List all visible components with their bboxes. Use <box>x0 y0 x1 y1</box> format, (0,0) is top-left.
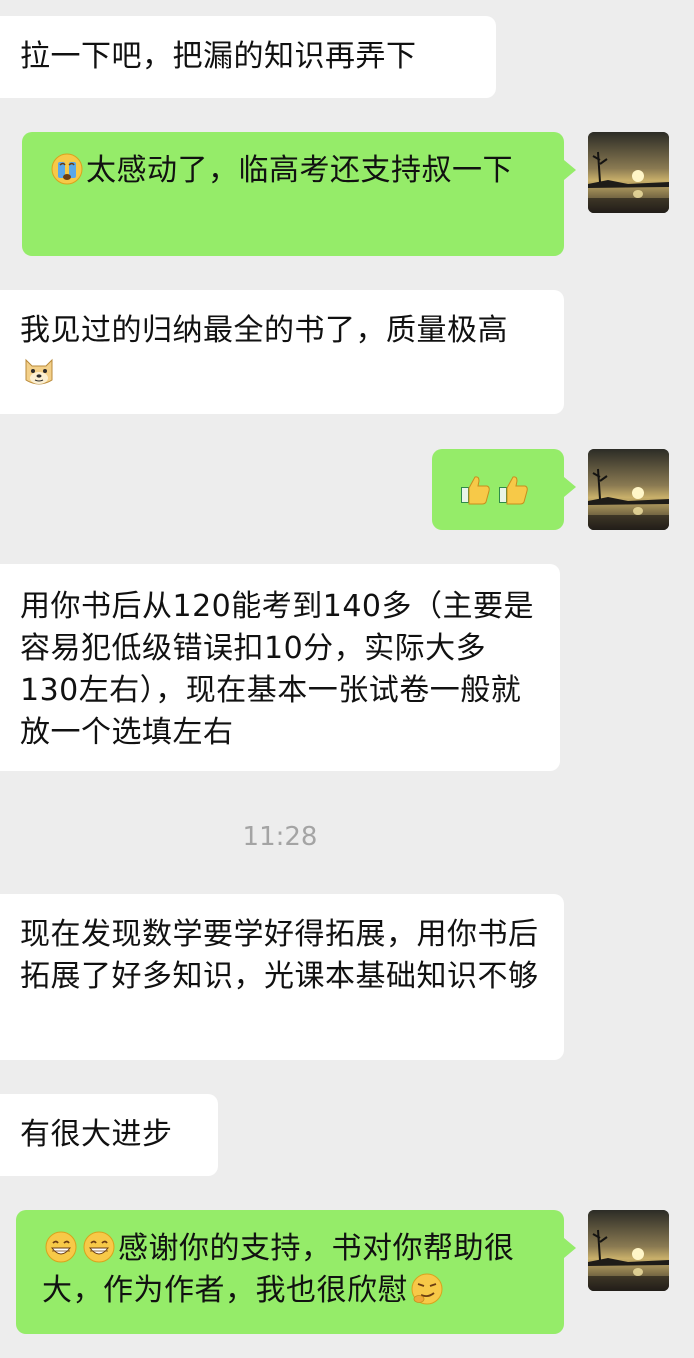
crying-face-icon <box>50 152 84 186</box>
message-outgoing[interactable] <box>432 449 576 530</box>
message-timestamp: 11:28 <box>242 822 318 852</box>
thumbs-up-icon <box>496 473 530 507</box>
grinning-face-icon <box>44 1230 78 1264</box>
message-incoming[interactable]: 拉一下吧，把漏的知识再弄下 <box>0 16 496 98</box>
message-text: 有很大进步 <box>20 1117 173 1152</box>
grinning-face-icon <box>82 1230 116 1264</box>
message-text: 太感动了，临高考还支持叔一下 <box>86 153 513 188</box>
thumbs-up-icon <box>458 473 492 507</box>
user-avatar[interactable] <box>588 132 669 213</box>
message-incoming[interactable]: 我见过的归纳最全的书了，质量极高 <box>0 290 564 414</box>
message-text: 现在发现数学要学好得拓展，用你书后拓展了好多知识，光课本基础知识不够 <box>20 917 539 994</box>
user-avatar[interactable] <box>588 449 669 530</box>
message-outgoing[interactable]: 感谢你的支持，书对你帮助很大，作为作者，我也很欣慰 <box>16 1210 576 1334</box>
message-outgoing[interactable]: 太感动了，临高考还支持叔一下 <box>22 132 576 256</box>
message-text: 用你书后从120能考到140多（主要是容易犯低级错误扣10分，实际大多130左右… <box>20 589 535 750</box>
smirk-face-icon <box>410 1272 444 1306</box>
message-text: 拉一下吧，把漏的知识再弄下 <box>20 39 417 74</box>
message-incoming[interactable]: 现在发现数学要学好得拓展，用你书后拓展了好多知识，光课本基础知识不够 <box>0 894 564 1060</box>
message-incoming[interactable]: 用你书后从120能考到140多（主要是容易犯低级错误扣10分，实际大多130左右… <box>0 564 560 771</box>
doge-icon <box>22 354 56 388</box>
message-text: 我见过的归纳最全的书了，质量极高 <box>20 313 508 348</box>
user-avatar[interactable] <box>588 1210 669 1291</box>
message-incoming[interactable]: 有很大进步 <box>0 1094 218 1176</box>
